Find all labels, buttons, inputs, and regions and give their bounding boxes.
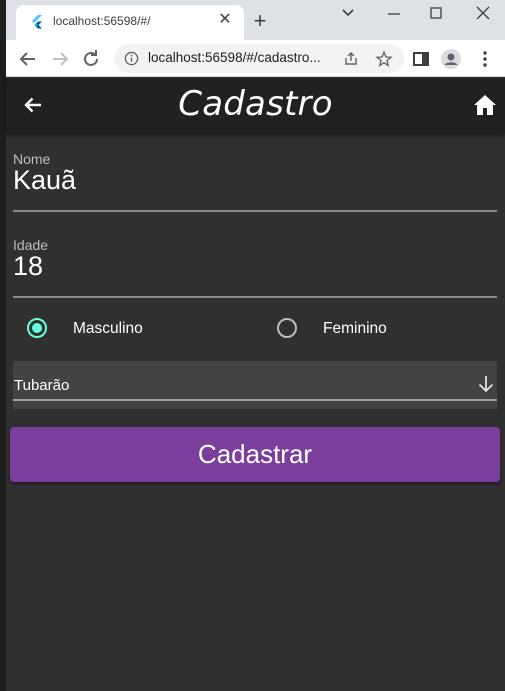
kebab-menu-icon[interactable] [473, 47, 497, 71]
info-icon[interactable] [124, 51, 139, 66]
dropdown-selected-value: Tubarão [14, 377, 70, 394]
idade-underline [13, 296, 497, 298]
home-icon[interactable] [473, 94, 497, 116]
new-tab-icon[interactable]: + [250, 10, 270, 32]
browser-tabstrip: localhost:56598/#/ ✕ + [6, 0, 505, 40]
radio-feminino[interactable] [277, 318, 297, 338]
close-window-icon[interactable] [471, 3, 495, 23]
bookmark-star-icon[interactable] [375, 50, 393, 68]
profile-icon[interactable] [439, 47, 463, 71]
city-dropdown[interactable]: Tubarão [13, 361, 497, 409]
arrow-downward-icon[interactable] [476, 374, 496, 394]
dropdown-underline [13, 399, 497, 401]
minimize-icon[interactable] [382, 3, 406, 23]
page-title: Cadastro [178, 84, 333, 124]
radio-label-masculino[interactable]: Masculino [73, 320, 143, 338]
browser-toolbar: localhost:56598/#/cadastro... [6, 40, 505, 77]
nome-underline [13, 210, 497, 212]
gender-radio-group: Masculino Feminino [13, 316, 497, 342]
browser-tab[interactable]: localhost:56598/#/ ✕ [16, 5, 244, 40]
idade-input[interactable]: 18 [13, 251, 43, 282]
address-bar[interactable]: localhost:56598/#/cadastro... [114, 44, 404, 73]
back-icon[interactable] [16, 47, 40, 71]
url-text[interactable]: localhost:56598/#/cadastro... [148, 50, 334, 65]
forward-icon[interactable] [48, 47, 72, 71]
app-body: Cadastro Nome Kauã Idade 18 Masculino Fe… [6, 78, 505, 691]
maximize-icon[interactable] [424, 3, 448, 23]
share-icon[interactable] [342, 50, 360, 68]
chevron-down-icon[interactable] [336, 3, 360, 23]
cadastrar-button[interactable]: Cadastrar [10, 427, 500, 482]
tab-close-icon[interactable]: ✕ [216, 11, 234, 29]
sidepanel-icon[interactable] [409, 47, 433, 71]
radio-masculino[interactable] [27, 318, 47, 338]
reload-icon[interactable] [79, 47, 103, 71]
idade-field[interactable]: Idade 18 [13, 237, 497, 298]
app-bar: Cadastro [6, 78, 505, 133]
radio-label-feminino[interactable]: Feminino [323, 320, 387, 338]
flutter-favicon-icon [32, 15, 42, 29]
tab-title: localhost:56598/#/ [53, 14, 151, 28]
screen: localhost:56598/#/ ✕ + localhost:56598/#… [0, 0, 505, 691]
nome-field[interactable]: Nome Kauã [13, 151, 497, 212]
nome-input[interactable]: Kauã [13, 165, 76, 196]
